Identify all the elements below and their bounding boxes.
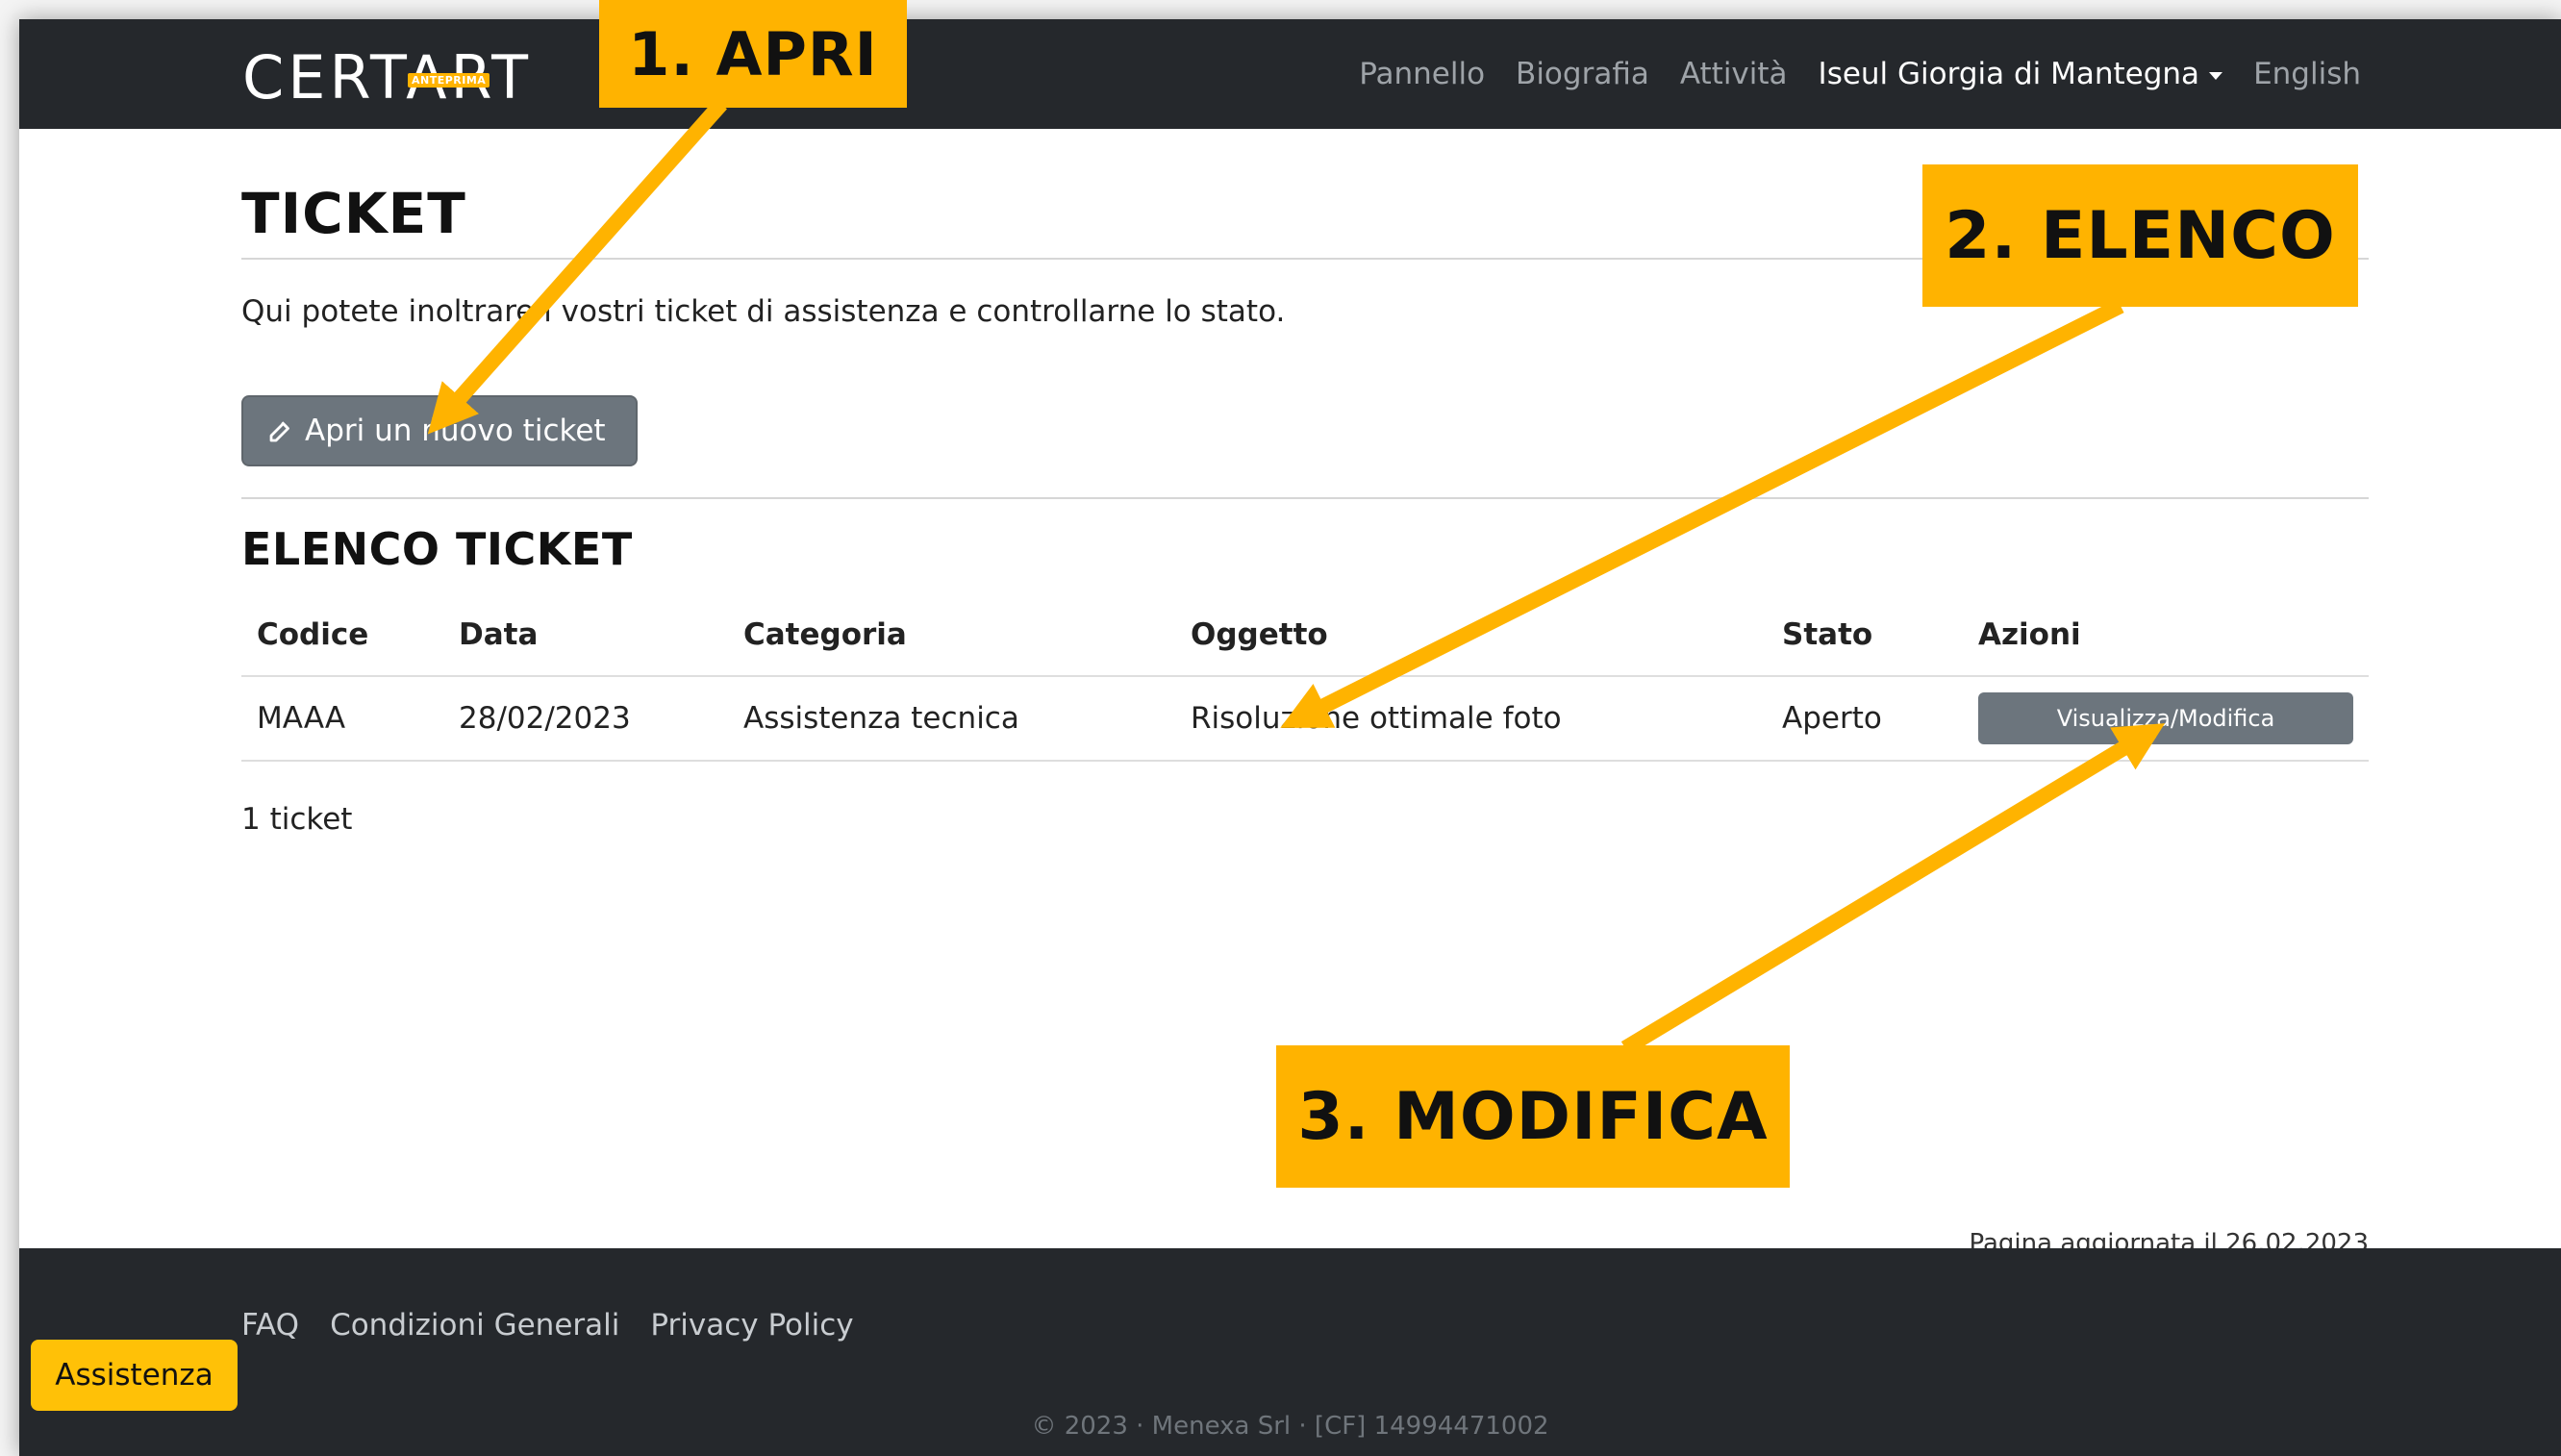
annotation-overlay: 1. APRI 2. ELENCO 3. MODIFICA (0, 0, 2561, 1456)
annotation-step-1: 1. APRI (599, 0, 907, 108)
annotation-step-2: 2. ELENCO (1922, 164, 2358, 307)
arrow-to-view-edit (1620, 723, 2166, 1055)
annotation-step-3: 3. MODIFICA (1276, 1045, 1790, 1188)
arrow-to-ticket-list (1280, 298, 2124, 729)
arrow-to-new-ticket (427, 98, 727, 435)
